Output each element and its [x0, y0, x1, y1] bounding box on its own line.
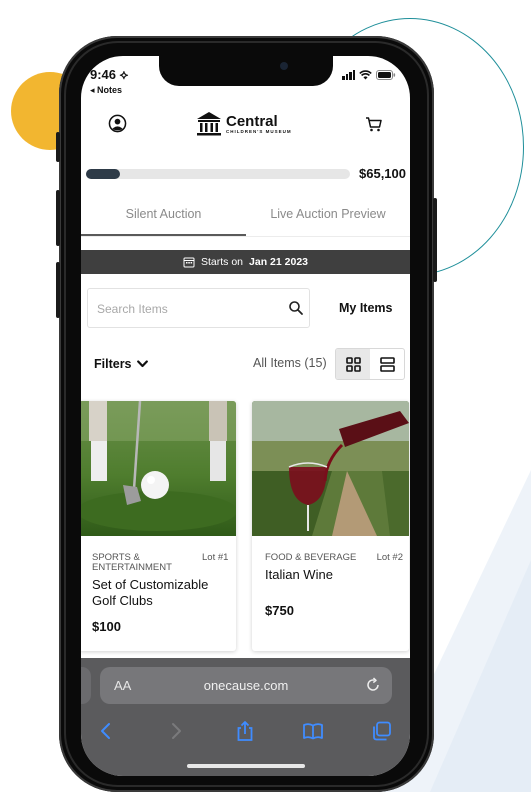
item-meta: SPORTS & ENTERTAINMENT Lot #1 [92, 553, 230, 573]
item-lot: Lot #1 [202, 552, 229, 563]
search-box[interactable] [87, 288, 310, 328]
grid-view-icon [345, 356, 361, 372]
item-category: SPORTS & ENTERTAINMENT [92, 552, 172, 573]
cart-icon[interactable] [364, 114, 384, 134]
item-lot: Lot #2 [376, 552, 403, 563]
reload-icon[interactable] [365, 677, 381, 693]
my-items-button[interactable]: My Items [339, 301, 393, 315]
marketing-stage: 9:46 ⟡ ◂ Notes Central CHILDREN'S MUSEUM… [0, 0, 531, 792]
view-toggle [335, 348, 405, 380]
phone-volume-up [56, 190, 60, 246]
amount-raised: $65,100 [359, 166, 406, 181]
calendar-icon [183, 257, 195, 268]
back-to-app-link[interactable]: ◂ Notes [90, 85, 122, 96]
item-title: Set of Customizable Golf Clubs [92, 577, 209, 608]
item-price: $100 [92, 619, 121, 634]
logo-subtitle: CHILDREN'S MUSEUM [226, 128, 292, 134]
tab-silent-auction[interactable]: Silent Auction [81, 207, 246, 221]
status-time: 9:46 ⟡ [90, 67, 129, 82]
share-icon[interactable] [234, 720, 256, 742]
status-icons [342, 70, 396, 80]
phone-screen: 9:46 ⟡ ◂ Notes Central CHILDREN'S MUSEUM… [81, 56, 410, 776]
list-view-button[interactable] [370, 349, 404, 379]
home-indicator[interactable] [187, 764, 305, 768]
signal-icon [342, 70, 355, 80]
phone-volume-down [56, 262, 60, 318]
banner-prefix: Starts on [201, 256, 244, 268]
item-card-lot-2[interactable]: FOOD & BEVERAGE Lot #2 Italian Wine $750 [252, 401, 409, 651]
fundraising-progress-bar [86, 169, 350, 179]
browser-nav-row [81, 720, 410, 746]
phone-notch [159, 56, 333, 86]
museum-logo[interactable]: Central CHILDREN'S MUSEUM [195, 109, 292, 139]
progress-fill [86, 169, 121, 179]
phone-mute-switch [56, 132, 60, 162]
item-meta: FOOD & BEVERAGE Lot #2 [265, 553, 403, 563]
list-view-icon [379, 356, 395, 372]
battery-icon [376, 70, 396, 80]
wifi-icon [359, 70, 372, 80]
search-input[interactable] [97, 299, 267, 319]
back-arrow-icon[interactable] [95, 720, 117, 742]
filters-dropdown[interactable]: Filters [94, 357, 148, 371]
user-account-icon[interactable] [108, 114, 127, 133]
chevron-down-icon [136, 360, 148, 368]
item-category: FOOD & BEVERAGE [265, 552, 357, 563]
grid-view-button[interactable] [336, 349, 370, 379]
previous-tab-peek[interactable] [81, 667, 91, 704]
camera-dot [280, 62, 288, 70]
address-bar[interactable]: AA onecause.com [100, 667, 392, 704]
auction-start-banner: Starts on Jan 21 2023 [81, 250, 410, 274]
item-image-wine [252, 401, 409, 536]
item-card-lot-1[interactable]: SPORTS & ENTERTAINMENT Lot #1 Set of Cus… [81, 401, 236, 651]
tabs-icon[interactable] [371, 720, 393, 742]
browser-toolbar: AA onecause.com [81, 658, 410, 776]
item-image-golf [81, 401, 236, 536]
forward-arrow-icon[interactable] [165, 720, 187, 742]
search-icon[interactable] [288, 300, 304, 316]
item-count: All Items (15) [253, 356, 327, 370]
filters-label: Filters [94, 357, 132, 371]
tab-divider [81, 236, 410, 237]
bookmarks-icon[interactable] [302, 720, 324, 742]
item-price: $750 [265, 603, 294, 618]
app-header: Central CHILDREN'S MUSEUM [81, 100, 410, 150]
item-title: Italian Wine [265, 567, 333, 582]
tab-live-auction-preview[interactable]: Live Auction Preview [246, 207, 410, 221]
museum-building-icon [197, 112, 221, 136]
logo-name: Central [226, 112, 278, 130]
url-text: onecause.com [203, 678, 289, 693]
active-tab-indicator [81, 234, 246, 236]
banner-date: Jan 21 2023 [249, 256, 308, 268]
phone-power-button [433, 198, 437, 282]
